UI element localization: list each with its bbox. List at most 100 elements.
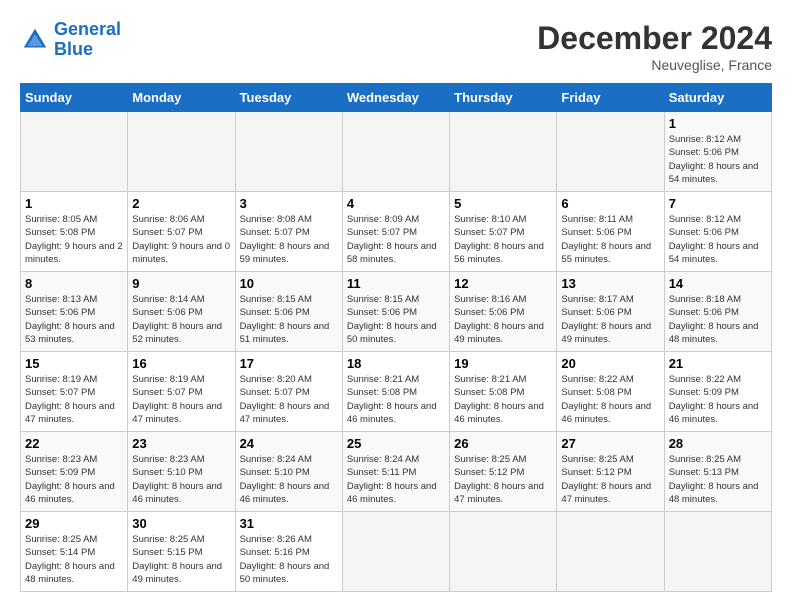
day-number: 5 (454, 196, 552, 211)
calendar-cell (21, 112, 128, 192)
day-info: Sunrise: 8:10 AMSunset: 5:07 PMDaylight:… (454, 213, 552, 266)
calendar-cell: 1 Sunrise: 8:12 AMSunset: 5:06 PMDaylight… (664, 112, 771, 192)
calendar-cell: 20Sunrise: 8:22 AMSunset: 5:08 PMDayligh… (557, 352, 664, 432)
day-info: Sunrise: 8:19 AMSunset: 5:07 PMDaylight:… (25, 373, 123, 426)
day-number: 4 (347, 196, 445, 211)
calendar-cell (557, 112, 664, 192)
calendar-cell: 11Sunrise: 8:15 AMSunset: 5:06 PMDayligh… (342, 272, 449, 352)
calendar-table: SundayMondayTuesdayWednesdayThursdayFrid… (20, 83, 772, 592)
day-info: Sunrise: 8:12 AMSunset: 5:06 PMDaylight:… (669, 133, 767, 186)
day-info: Sunrise: 8:18 AMSunset: 5:06 PMDaylight:… (669, 293, 767, 346)
day-info: Sunrise: 8:23 AMSunset: 5:10 PMDaylight:… (132, 453, 230, 506)
calendar-cell: 5 Sunrise: 8:10 AMSunset: 5:07 PMDaylight… (450, 192, 557, 272)
day-info: Sunrise: 8:26 AMSunset: 5:16 PMDaylight:… (240, 533, 338, 586)
calendar-week-row: 1 Sunrise: 8:12 AMSunset: 5:06 PMDaylight… (21, 112, 772, 192)
day-number: 29 (25, 516, 123, 531)
day-number: 30 (132, 516, 230, 531)
day-number: 25 (347, 436, 445, 451)
calendar-cell (342, 512, 449, 592)
calendar-cell (128, 112, 235, 192)
calendar-cell (450, 112, 557, 192)
day-number: 26 (454, 436, 552, 451)
day-info: Sunrise: 8:16 AMSunset: 5:06 PMDaylight:… (454, 293, 552, 346)
calendar-cell: 18Sunrise: 8:21 AMSunset: 5:08 PMDayligh… (342, 352, 449, 432)
calendar-cell (557, 512, 664, 592)
day-info: Sunrise: 8:20 AMSunset: 5:07 PMDaylight:… (240, 373, 338, 426)
logo-line2: Blue (54, 39, 93, 59)
day-number: 1 (669, 116, 767, 131)
day-number: 14 (669, 276, 767, 291)
page-header: General Blue December 2024 Neuveglise, F… (20, 20, 772, 73)
calendar-body: 1 Sunrise: 8:12 AMSunset: 5:06 PMDaylight… (21, 112, 772, 592)
day-number: 2 (132, 196, 230, 211)
calendar-cell: 13Sunrise: 8:17 AMSunset: 5:06 PMDayligh… (557, 272, 664, 352)
day-number: 28 (669, 436, 767, 451)
logo-line1: General (54, 19, 121, 39)
day-number: 11 (347, 276, 445, 291)
day-number: 3 (240, 196, 338, 211)
calendar-cell: 26 Sunrise: 8:25 AMSunset: 5:12 PMDayligh… (450, 432, 557, 512)
calendar-cell (664, 512, 771, 592)
day-number: 23 (132, 436, 230, 451)
day-info: Sunrise: 8:25 AMSunset: 5:12 PMDaylight:… (561, 453, 659, 506)
calendar-cell: 29Sunrise: 8:25 AMSunset: 5:14 PMDayligh… (21, 512, 128, 592)
calendar-cell: 21 Sunrise: 8:22 AMSunset: 5:09 PMDayligh… (664, 352, 771, 432)
day-number: 17 (240, 356, 338, 371)
calendar-cell: 3Sunrise: 8:08 AMSunset: 5:07 PMDaylight… (235, 192, 342, 272)
day-number: 7 (669, 196, 767, 211)
day-number: 27 (561, 436, 659, 451)
calendar-cell: 2Sunrise: 8:06 AMSunset: 5:07 PMDaylight… (128, 192, 235, 272)
day-info: Sunrise: 8:22 AMSunset: 5:08 PMDaylight:… (561, 373, 659, 426)
calendar-day-header: Monday (128, 84, 235, 112)
calendar-cell: 12 Sunrise: 8:16 AMSunset: 5:06 PMDayligh… (450, 272, 557, 352)
day-info: Sunrise: 8:11 AMSunset: 5:06 PMDaylight:… (561, 213, 659, 266)
calendar-cell: 31Sunrise: 8:26 AMSunset: 5:16 PMDayligh… (235, 512, 342, 592)
logo-icon (20, 25, 50, 55)
day-info: Sunrise: 8:15 AMSunset: 5:06 PMDaylight:… (240, 293, 338, 346)
calendar-week-row: 1Sunrise: 8:05 AMSunset: 5:08 PMDaylight… (21, 192, 772, 272)
calendar-cell: 4 Sunrise: 8:09 AMSunset: 5:07 PMDaylight… (342, 192, 449, 272)
day-info: Sunrise: 8:14 AMSunset: 5:06 PMDaylight:… (132, 293, 230, 346)
calendar-cell: 15 Sunrise: 8:19 AMSunset: 5:07 PMDayligh… (21, 352, 128, 432)
day-info: Sunrise: 8:23 AMSunset: 5:09 PMDaylight:… (25, 453, 123, 506)
calendar-cell: 7 Sunrise: 8:12 AMSunset: 5:06 PMDaylight… (664, 192, 771, 272)
day-number: 9 (132, 276, 230, 291)
calendar-week-row: 8 Sunrise: 8:13 AMSunset: 5:06 PMDaylight… (21, 272, 772, 352)
calendar-day-header: Thursday (450, 84, 557, 112)
logo-text: General Blue (54, 20, 121, 60)
day-info: Sunrise: 8:22 AMSunset: 5:09 PMDaylight:… (669, 373, 767, 426)
day-number: 15 (25, 356, 123, 371)
day-number: 10 (240, 276, 338, 291)
calendar-cell: 23 Sunrise: 8:23 AMSunset: 5:10 PMDayligh… (128, 432, 235, 512)
day-number: 6 (561, 196, 659, 211)
calendar-cell: 25 Sunrise: 8:24 AMSunset: 5:11 PMDayligh… (342, 432, 449, 512)
day-info: Sunrise: 8:21 AMSunset: 5:08 PMDaylight:… (454, 373, 552, 426)
day-info: Sunrise: 8:24 AMSunset: 5:11 PMDaylight:… (347, 453, 445, 506)
calendar-day-header: Tuesday (235, 84, 342, 112)
day-info: Sunrise: 8:12 AMSunset: 5:06 PMDaylight:… (669, 213, 767, 266)
day-number: 24 (240, 436, 338, 451)
calendar-week-row: 22Sunrise: 8:23 AMSunset: 5:09 PMDayligh… (21, 432, 772, 512)
day-number: 21 (669, 356, 767, 371)
calendar-cell (235, 112, 342, 192)
calendar-cell (450, 512, 557, 592)
calendar-day-header: Sunday (21, 84, 128, 112)
calendar-day-header: Wednesday (342, 84, 449, 112)
day-number: 8 (25, 276, 123, 291)
calendar-cell: 22Sunrise: 8:23 AMSunset: 5:09 PMDayligh… (21, 432, 128, 512)
day-info: Sunrise: 8:13 AMSunset: 5:06 PMDaylight:… (25, 293, 123, 346)
title-block: December 2024 Neuveglise, France (537, 20, 772, 73)
calendar-cell: 6 Sunrise: 8:11 AMSunset: 5:06 PMDaylight… (557, 192, 664, 272)
calendar-cell: 16Sunrise: 8:19 AMSunset: 5:07 PMDayligh… (128, 352, 235, 432)
day-number: 16 (132, 356, 230, 371)
day-info: Sunrise: 8:09 AMSunset: 5:07 PMDaylight:… (347, 213, 445, 266)
day-info: Sunrise: 8:25 AMSunset: 5:12 PMDaylight:… (454, 453, 552, 506)
day-info: Sunrise: 8:24 AMSunset: 5:10 PMDaylight:… (240, 453, 338, 506)
day-number: 18 (347, 356, 445, 371)
month-title: December 2024 (537, 20, 772, 57)
calendar-cell: 14 Sunrise: 8:18 AMSunset: 5:06 PMDayligh… (664, 272, 771, 352)
calendar-cell: 1Sunrise: 8:05 AMSunset: 5:08 PMDaylight… (21, 192, 128, 272)
day-number: 1 (25, 196, 123, 211)
calendar-week-row: 29Sunrise: 8:25 AMSunset: 5:14 PMDayligh… (21, 512, 772, 592)
day-number: 12 (454, 276, 552, 291)
